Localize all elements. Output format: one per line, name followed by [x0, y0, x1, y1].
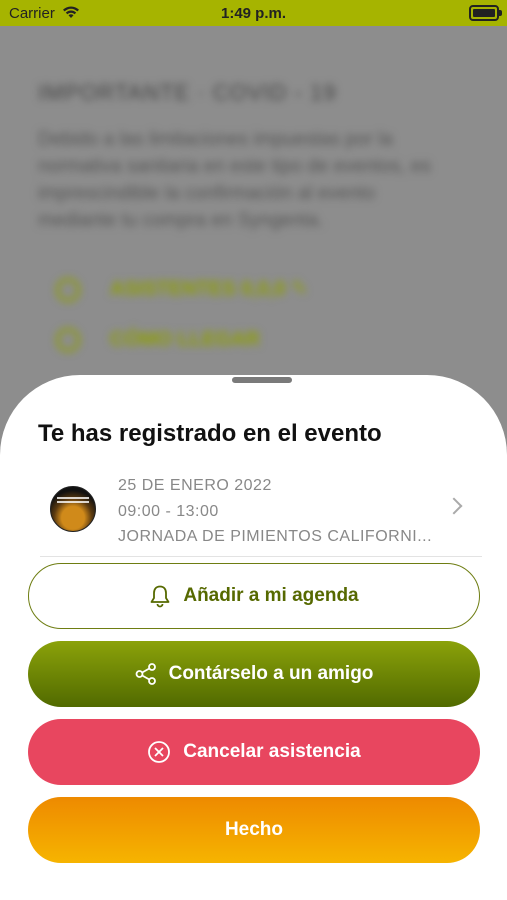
battery-icon	[469, 5, 502, 21]
close-circle-icon	[147, 740, 171, 764]
covid-title: IMPORTANTE · COVID - 19	[38, 80, 337, 105]
add-to-agenda-label: Añadir a mi agenda	[183, 585, 359, 606]
sheet-title: Te has registrado en el evento	[38, 420, 382, 447]
event-date: 25 DE ENERO 2022	[118, 477, 272, 494]
directions-link: CÓMO LLEGAR	[56, 328, 260, 352]
cancel-attendance-button[interactable]: Cancelar asistencia	[28, 719, 480, 785]
share-label: Contárselo a un amigo	[168, 663, 374, 684]
blurred-background: IMPORTANTE · COVID - 19 Debido a las lim…	[0, 26, 507, 406]
chevron-right-icon	[445, 497, 463, 515]
bottom-sheet: Te has registrado en el evento 25 DE ENE…	[0, 375, 507, 900]
event-thumbnail	[50, 486, 96, 532]
cancel-attendance-label: Cancelar asistencia	[183, 741, 361, 762]
covid-paragraph: Debido a las limitaciones impuestas por …	[38, 129, 431, 231]
people-icon	[56, 277, 80, 302]
event-time: 09:00 - 13:00	[118, 503, 219, 520]
attendees-link: ASISTENTES 0,0,0 ✎	[56, 276, 308, 302]
share-button[interactable]: Contárselo a un amigo	[28, 641, 480, 707]
sheet-grabber[interactable]	[232, 377, 292, 383]
location-icon	[56, 328, 80, 352]
status-bar: Carrier 1:49 p.m.	[0, 0, 507, 26]
bell-icon	[149, 584, 171, 608]
event-name: JORNADA DE PIMIENTOS CALIFORNI...	[118, 528, 433, 545]
add-to-agenda-button[interactable]: Añadir a mi agenda	[28, 563, 480, 629]
done-label: Hecho	[224, 819, 284, 840]
clock: 1:49 p.m.	[220, 5, 287, 22]
share-icon	[135, 663, 157, 685]
event-row[interactable]: 25 DE ENERO 2022 09:00 - 13:00 JORNADA D…	[40, 470, 482, 557]
done-button[interactable]: Hecho	[28, 797, 480, 863]
